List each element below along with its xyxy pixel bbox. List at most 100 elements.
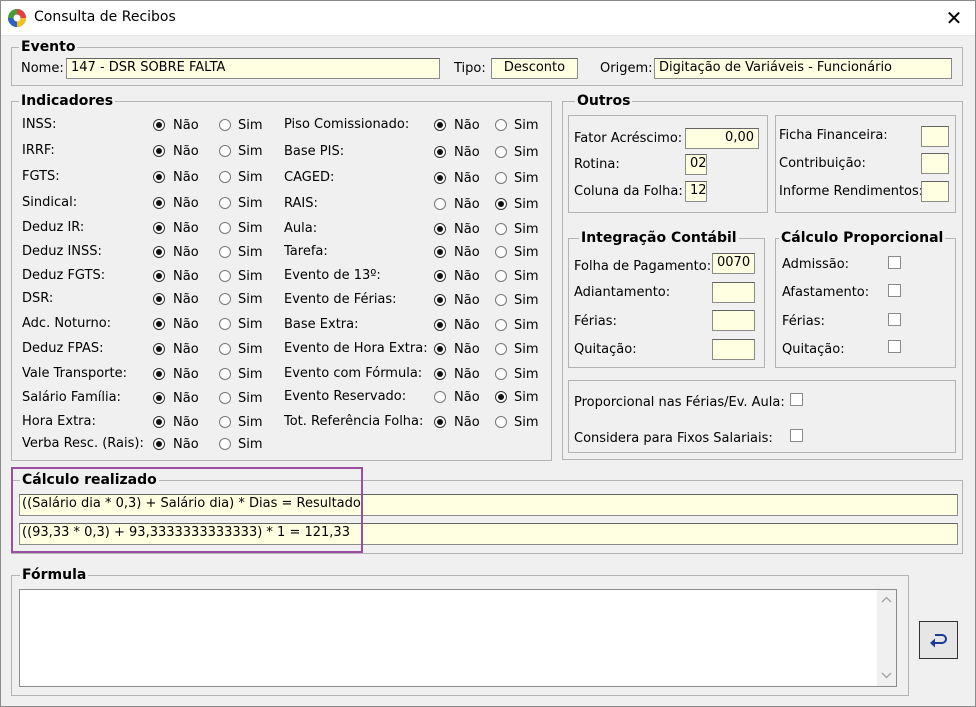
radio-nao[interactable] (434, 343, 446, 355)
radio-nao[interactable] (153, 392, 165, 404)
ficha-financeira-field[interactable] (921, 126, 949, 147)
radio-nao-label: Não (173, 391, 199, 406)
radio-sim[interactable] (495, 246, 507, 258)
radio-sim[interactable] (219, 270, 231, 282)
radio-nao-label: Não (173, 269, 199, 284)
radio-nao[interactable] (153, 145, 165, 157)
radio-sim[interactable] (495, 198, 507, 210)
radio-nao[interactable] (434, 270, 446, 282)
origem-field[interactable]: Digitação de Variáveis - Funcionário (654, 58, 952, 79)
informe-rendimentos-field[interactable] (921, 181, 949, 202)
radio-nao[interactable] (153, 416, 165, 428)
close-button[interactable]: ✕ (932, 0, 976, 35)
radio-sim[interactable] (495, 416, 507, 428)
proporcional-ferias-checkbox[interactable] (888, 313, 901, 326)
radio-sim[interactable] (495, 146, 507, 158)
radio-nao-label: Não (454, 171, 480, 186)
radio-nao[interactable] (434, 223, 446, 235)
radio-nao[interactable] (153, 246, 165, 258)
radio-sim[interactable] (495, 319, 507, 331)
radio-sim[interactable] (495, 270, 507, 282)
nome-field[interactable]: 147 - DSR SOBRE FALTA (66, 58, 440, 79)
radio-nao[interactable] (434, 319, 446, 331)
adiantamento-field[interactable] (712, 282, 755, 303)
formula-textarea[interactable] (19, 589, 897, 687)
radio-sim-label: Sim (514, 367, 539, 382)
radio-sim-label: Sim (238, 437, 263, 452)
radio-sim-label: Sim (514, 269, 539, 284)
radio-sim[interactable] (495, 368, 507, 380)
radio-nao[interactable] (153, 318, 165, 330)
radio-sim-label: Sim (514, 245, 539, 260)
radio-sim[interactable] (219, 246, 231, 258)
radio-nao[interactable] (434, 368, 446, 380)
radio-nao[interactable] (153, 438, 165, 450)
radio-nao[interactable] (434, 294, 446, 306)
radio-sim[interactable] (495, 223, 507, 235)
proporcional-ferias-aula-checkbox[interactable] (790, 393, 803, 406)
formula-scrollbar[interactable] (877, 590, 896, 686)
radio-nao[interactable] (153, 293, 165, 305)
radio-sim[interactable] (219, 145, 231, 157)
radio-sim[interactable] (495, 343, 507, 355)
radio-nao[interactable] (434, 172, 446, 184)
coluna-folha-field[interactable]: 12 (685, 181, 707, 202)
radio-sim[interactable] (219, 171, 231, 183)
indicador-col1-label-2: FGTS: (22, 169, 60, 184)
undo-arrow-icon (929, 634, 947, 648)
radio-sim[interactable] (219, 368, 231, 380)
indicador-col1-label-10: Vale Transporte: (22, 366, 127, 381)
radio-sim-label: Sim (238, 118, 263, 133)
fator-acrescimo-field[interactable]: 0,00 (685, 128, 759, 149)
admissao-checkbox[interactable] (888, 256, 901, 269)
radio-sim[interactable] (219, 438, 231, 450)
radio-sim[interactable] (219, 416, 231, 428)
radio-nao[interactable] (153, 171, 165, 183)
indicador-col2-label-6: Evento de 13º: (284, 268, 381, 283)
radio-sim-label: Sim (514, 197, 539, 212)
radio-sim-label: Sim (514, 118, 539, 133)
tipo-label: Tipo: (454, 61, 486, 76)
integracao-ferias-field[interactable] (712, 310, 755, 331)
afastamento-checkbox[interactable] (888, 284, 901, 297)
radio-nao[interactable] (153, 197, 165, 209)
rotina-field[interactable]: 02 (685, 154, 707, 175)
radio-nao-label: Não (173, 196, 199, 211)
radio-nao[interactable] (434, 391, 446, 403)
folha-pagamento-field[interactable]: 0070 (712, 253, 755, 274)
radio-nao-label: Não (173, 118, 199, 133)
radio-nao[interactable] (434, 416, 446, 428)
radio-nao[interactable] (434, 146, 446, 158)
radio-sim[interactable] (219, 392, 231, 404)
integracao-quitacao-field[interactable] (712, 339, 755, 360)
radio-sim[interactable] (495, 294, 507, 306)
indicador-col1-label-5: Deduz INSS: (22, 244, 102, 259)
scroll-down-icon[interactable] (881, 672, 892, 679)
radio-nao[interactable] (434, 246, 446, 258)
radio-sim-label: Sim (514, 415, 539, 430)
radio-sim[interactable] (495, 119, 507, 131)
app-logo-icon (8, 9, 26, 27)
radio-nao[interactable] (434, 119, 446, 131)
radio-sim[interactable] (219, 293, 231, 305)
radio-nao[interactable] (153, 368, 165, 380)
radio-nao[interactable] (153, 343, 165, 355)
radio-sim[interactable] (219, 343, 231, 355)
scroll-up-icon[interactable] (881, 596, 892, 603)
radio-nao[interactable] (434, 198, 446, 210)
radio-sim[interactable] (219, 119, 231, 131)
radio-nao[interactable] (153, 222, 165, 234)
radio-sim[interactable] (219, 197, 231, 209)
radio-sim[interactable] (495, 391, 507, 403)
radio-sim[interactable] (219, 222, 231, 234)
considera-fixos-checkbox[interactable] (790, 429, 803, 442)
radio-sim[interactable] (219, 318, 231, 330)
proporcional-quitacao-checkbox[interactable] (888, 340, 901, 353)
tipo-field[interactable]: Desconto (491, 58, 578, 79)
radio-nao[interactable] (153, 270, 165, 282)
undo-button[interactable] (919, 621, 958, 659)
radio-sim[interactable] (495, 172, 507, 184)
contribuicao-field[interactable] (921, 153, 949, 174)
radio-nao[interactable] (153, 119, 165, 131)
radio-sim-label: Sim (514, 171, 539, 186)
